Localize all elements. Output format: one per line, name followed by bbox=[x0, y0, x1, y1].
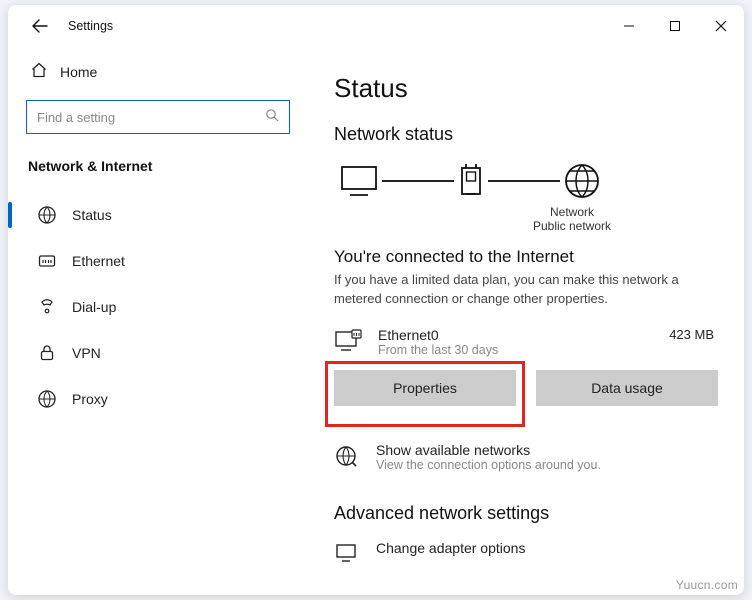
sidebar-item-dialup[interactable]: Dial-up bbox=[26, 284, 290, 330]
data-usage-button[interactable]: Data usage bbox=[536, 370, 718, 406]
sidebar-home[interactable]: Home bbox=[26, 53, 290, 90]
adapter-icon bbox=[334, 542, 362, 569]
sidebar-heading: Network & Internet bbox=[26, 158, 290, 174]
advanced-heading: Advanced network settings bbox=[334, 503, 718, 524]
globe-icon bbox=[562, 161, 602, 201]
watermark: Yuucn.com bbox=[676, 578, 738, 592]
sidebar-item-proxy[interactable]: Proxy bbox=[26, 376, 290, 422]
search-box[interactable] bbox=[26, 100, 290, 134]
available-networks-icon bbox=[334, 444, 362, 473]
back-button[interactable] bbox=[26, 12, 54, 40]
connection-info: Ethernet0 From the last 30 days bbox=[378, 327, 655, 357]
app-title: Settings bbox=[68, 19, 113, 33]
diagram-center-sub: Public network bbox=[533, 219, 611, 233]
sidebar-item-label: Ethernet bbox=[72, 253, 125, 269]
minimize-button[interactable] bbox=[606, 5, 652, 47]
status-icon bbox=[36, 205, 58, 225]
ethernet-icon bbox=[36, 251, 58, 271]
settings-window: Settings Home bbox=[8, 5, 744, 595]
home-icon bbox=[30, 61, 48, 82]
sidebar-item-label: Dial-up bbox=[72, 299, 116, 315]
proxy-icon bbox=[36, 389, 58, 409]
available-networks-title: Show available networks bbox=[376, 442, 601, 458]
router-icon bbox=[456, 164, 486, 198]
sidebar-item-ethernet[interactable]: Ethernet bbox=[26, 238, 290, 284]
sidebar: Home Network & Internet Status bbox=[8, 47, 308, 595]
sidebar-list: Status Ethernet Dial-up bbox=[26, 192, 290, 422]
body: Home Network & Internet Status bbox=[8, 47, 744, 595]
sidebar-item-label: VPN bbox=[72, 345, 101, 361]
connection-usage: 423 MB bbox=[669, 327, 714, 342]
vpn-icon bbox=[36, 343, 58, 363]
pc-icon bbox=[338, 163, 380, 199]
connected-title: You're connected to the Internet bbox=[334, 247, 718, 267]
sidebar-item-status[interactable]: Status bbox=[26, 192, 290, 238]
maximize-button[interactable] bbox=[652, 5, 698, 47]
diagram-line bbox=[382, 180, 454, 182]
titlebar: Settings bbox=[8, 5, 744, 47]
connection-buttons: Properties Data usage bbox=[334, 370, 718, 406]
close-icon bbox=[715, 20, 727, 32]
connection-ethernet-icon bbox=[334, 329, 364, 360]
diagram-caption: Network Public network bbox=[426, 205, 718, 233]
properties-highlight: Properties bbox=[334, 370, 516, 406]
maximize-icon bbox=[669, 20, 681, 32]
available-networks-sub: View the connection options around you. bbox=[376, 458, 601, 472]
dialup-icon bbox=[36, 297, 58, 317]
change-adapter-label: Change adapter options bbox=[376, 540, 525, 556]
properties-button[interactable]: Properties bbox=[334, 370, 516, 406]
window-controls bbox=[606, 5, 744, 47]
close-button[interactable] bbox=[698, 5, 744, 47]
minimize-icon bbox=[623, 20, 635, 32]
sidebar-item-label: Status bbox=[72, 207, 112, 223]
content: Status Network status Network Public net… bbox=[308, 47, 744, 595]
network-diagram bbox=[334, 161, 718, 201]
diagram-line bbox=[488, 180, 560, 182]
search-input[interactable] bbox=[37, 110, 265, 125]
change-adapter-options[interactable]: Change adapter options bbox=[334, 540, 718, 569]
diagram-center-label: Network bbox=[550, 205, 594, 219]
connection-sub: From the last 30 days bbox=[378, 343, 655, 357]
connection-row: Ethernet0 From the last 30 days 423 MB bbox=[334, 327, 718, 360]
arrow-left-icon bbox=[32, 18, 48, 34]
sidebar-item-vpn[interactable]: VPN bbox=[26, 330, 290, 376]
show-available-networks[interactable]: Show available networks View the connect… bbox=[334, 442, 718, 473]
sidebar-item-label: Proxy bbox=[72, 391, 108, 407]
sidebar-home-label: Home bbox=[60, 64, 97, 80]
search-icon bbox=[265, 108, 279, 127]
network-status-heading: Network status bbox=[334, 124, 718, 145]
connection-name: Ethernet0 bbox=[378, 327, 655, 343]
connected-help: If you have a limited data plan, you can… bbox=[334, 271, 718, 309]
page-title: Status bbox=[334, 73, 718, 104]
